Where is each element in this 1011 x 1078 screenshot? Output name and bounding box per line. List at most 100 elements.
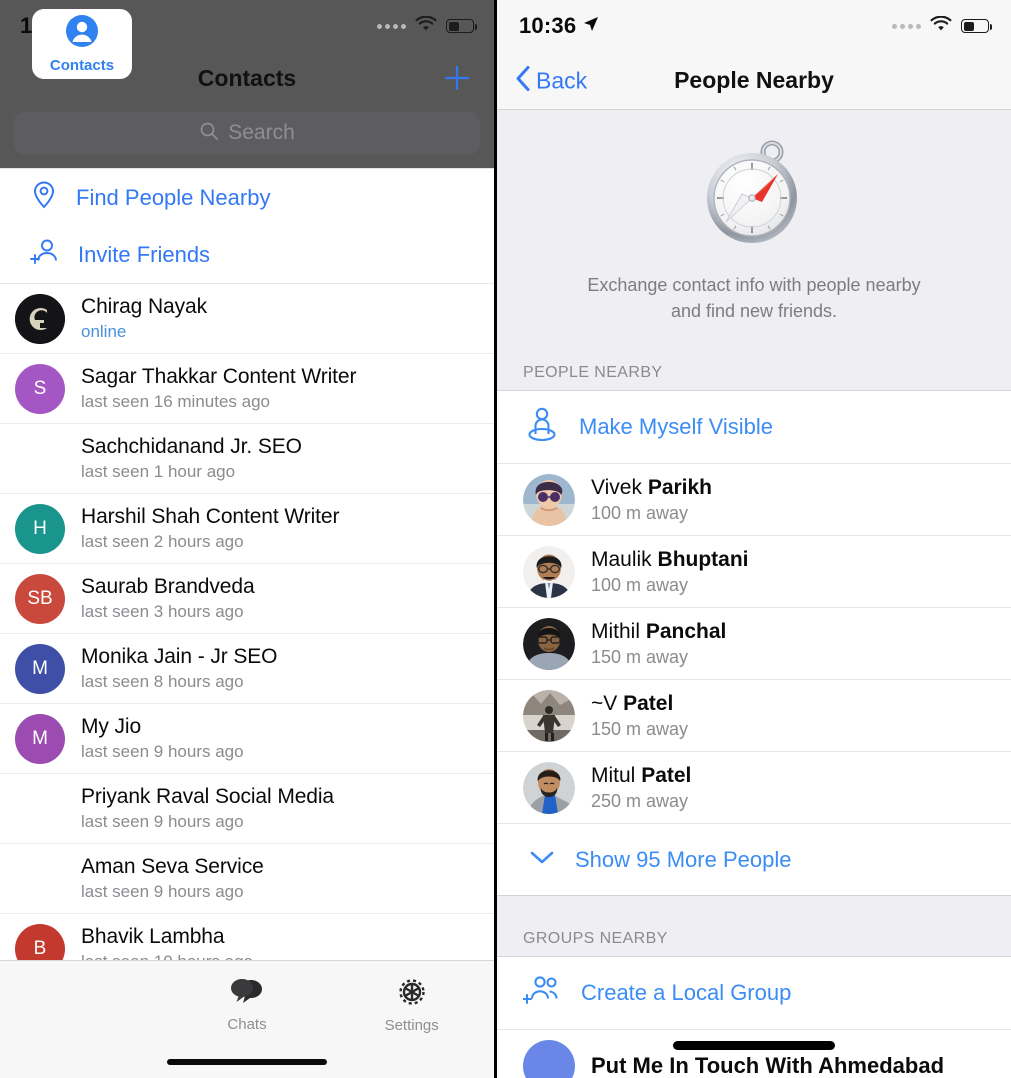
people-nearby-section-header: PEOPLE NEARBY bbox=[497, 334, 1011, 391]
contact-name: Sagar Thakkar Content Writer bbox=[81, 365, 357, 388]
person-add-icon bbox=[30, 238, 60, 271]
contact-name: Priyank Raval Social Media bbox=[81, 785, 335, 808]
people-nearby-card: Make Myself Visible Vivek Parikh 100 m aw… bbox=[497, 390, 1011, 897]
avatar bbox=[523, 689, 575, 742]
right-phone-screen: 10:36 Back People Nearby Exchange contac… bbox=[497, 0, 1011, 1078]
home-indicator bbox=[167, 1059, 327, 1065]
battery-icon bbox=[446, 19, 477, 33]
contact-status: last seen 9 hours ago bbox=[81, 882, 244, 901]
tab-contacts[interactable] bbox=[0, 961, 165, 1049]
contact-row[interactable]: S Sagar Thakkar Content Writer last seen 1… bbox=[0, 354, 494, 424]
chevron-down-icon bbox=[527, 847, 557, 872]
contact-row[interactable]: H Harshil Shah Content Writer last seen 2 … bbox=[0, 494, 494, 564]
battery-icon bbox=[961, 19, 992, 33]
contact-name: Harshil Shah Content Writer bbox=[81, 505, 340, 528]
contact-row[interactable]: Priyank Raval Social Media last seen 9 ho… bbox=[0, 774, 494, 844]
hero-description-line1: Exchange contact info with people nearby bbox=[587, 275, 921, 295]
right-status-bar: 10:36 bbox=[497, 0, 1011, 52]
back-label: Back bbox=[536, 67, 588, 93]
contact-name: Bhavik Lambha bbox=[81, 925, 225, 948]
contact-list: Chirag Nayak online S Sagar Thakkar Content… bbox=[0, 284, 494, 984]
avatar bbox=[15, 854, 65, 904]
tab-contacts-active[interactable]: Contacts bbox=[32, 9, 132, 79]
location-arrow-icon bbox=[583, 16, 599, 37]
tab-chats[interactable]: Chats bbox=[165, 961, 330, 1049]
contact-row[interactable]: M Monika Jain - Jr SEO last seen 8 hours a… bbox=[0, 634, 494, 704]
search-placeholder: Search bbox=[228, 121, 295, 144]
status-time: 10:36 bbox=[519, 13, 577, 38]
wifi-icon bbox=[930, 15, 952, 37]
section-gap bbox=[497, 896, 1011, 927]
person-nearby-row[interactable]: Mitul Patel 250 m away bbox=[497, 751, 1011, 824]
left-phone-screen: 10:35 Co bbox=[0, 0, 497, 1078]
contact-row[interactable]: Aman Seva Service last seen 9 hours ago bbox=[0, 844, 494, 914]
hero-description: Exchange contact info with people nearby… bbox=[497, 272, 1011, 324]
show-more-people-row[interactable]: Show 95 More People bbox=[497, 823, 1011, 896]
person-circle-icon bbox=[65, 14, 99, 53]
groups-nearby-card: Create a Local Group Put Me In Touch Wit… bbox=[497, 956, 1011, 1078]
invite-friends-row[interactable]: Invite Friends bbox=[0, 226, 494, 284]
search-input[interactable]: Search bbox=[14, 112, 480, 154]
person-distance: 100 m away bbox=[591, 502, 689, 523]
avatar: S bbox=[15, 363, 65, 414]
person-nearby-row[interactable]: Maulik Bhuptani 100 m away bbox=[497, 535, 1011, 608]
person-name: ~V Patel bbox=[591, 691, 674, 715]
avatar: SB bbox=[15, 573, 65, 624]
contact-name: My Jio bbox=[81, 715, 142, 738]
search-icon bbox=[199, 121, 219, 146]
avatar bbox=[523, 1039, 575, 1078]
page-title: Contacts bbox=[197, 64, 297, 91]
contact-row[interactable]: Sachchidanand Jr. SEO last seen 1 hour ag… bbox=[0, 424, 494, 494]
back-button[interactable]: Back bbox=[515, 64, 587, 97]
contact-status: last seen 3 hours ago bbox=[81, 602, 244, 621]
right-nav-bar: Back People Nearby bbox=[497, 52, 1011, 110]
group-nearby-row[interactable]: Put Me In Touch With Ahmedabad bbox=[497, 1029, 1011, 1078]
contact-status: last seen 16 minutes ago bbox=[81, 392, 271, 411]
person-nearby-row[interactable]: Mithil Panchal 150 m away bbox=[497, 607, 1011, 680]
avatar: H bbox=[15, 503, 65, 554]
groups-nearby-list: Put Me In Touch With Ahmedabad bbox=[497, 1029, 1011, 1078]
tab-settings[interactable]: Settings bbox=[329, 961, 494, 1049]
person-name: Mithil Panchal bbox=[591, 619, 727, 643]
person-distance: 150 m away bbox=[591, 646, 689, 667]
person-name: Mitul Patel bbox=[591, 763, 692, 787]
contact-name: Aman Seva Service bbox=[81, 855, 264, 878]
person-distance: 250 m away bbox=[591, 790, 689, 811]
cellular-dots-icon bbox=[377, 23, 406, 29]
make-myself-visible-row[interactable]: Make Myself Visible bbox=[497, 391, 1011, 464]
contact-row[interactable]: Chirag Nayak online bbox=[0, 284, 494, 354]
chat-bubbles-icon bbox=[230, 977, 264, 1012]
tab-chats-label: Chats bbox=[227, 1016, 267, 1033]
contact-status: online bbox=[81, 322, 127, 341]
find-people-nearby-row[interactable]: Find People Nearby bbox=[0, 168, 494, 226]
contact-status: last seen 2 hours ago bbox=[81, 532, 244, 551]
person-nearby-row[interactable]: Vivek Parikh 100 m away bbox=[497, 463, 1011, 536]
avatar bbox=[15, 293, 65, 344]
avatar bbox=[523, 545, 575, 598]
left-tab-bar: Chats Settings bbox=[0, 960, 494, 1078]
person-name: Vivek Parikh bbox=[591, 475, 713, 499]
tab-settings-label: Settings bbox=[384, 1017, 439, 1034]
wifi-icon bbox=[415, 15, 437, 37]
people-add-icon bbox=[521, 974, 563, 1013]
left-search-area: Search bbox=[0, 104, 494, 168]
contact-row[interactable]: SB Saurab Brandveda last seen 3 hours ago bbox=[0, 564, 494, 634]
gear-icon bbox=[396, 976, 428, 1013]
create-local-group-row[interactable]: Create a Local Group bbox=[497, 957, 1011, 1030]
find-people-nearby-label: Find People Nearby bbox=[76, 184, 271, 210]
contact-status: last seen 1 hour ago bbox=[81, 462, 236, 481]
cellular-dots-icon bbox=[892, 23, 921, 29]
person-nearby-row[interactable]: ~V Patel 150 m away bbox=[497, 679, 1011, 752]
contact-name: Chirag Nayak bbox=[81, 295, 208, 318]
plus-icon[interactable] bbox=[442, 63, 472, 93]
contact-row[interactable]: M My Jio last seen 9 hours ago bbox=[0, 704, 494, 774]
avatar bbox=[523, 473, 575, 526]
group-name: Put Me In Touch With Ahmedabad bbox=[591, 1052, 945, 1078]
show-more-people-label: Show 95 More People bbox=[575, 846, 792, 872]
hero-description-line2: and find new friends. bbox=[670, 301, 838, 322]
dual-phone-screenshot: 10:35 Co bbox=[0, 0, 1011, 1078]
avatar bbox=[15, 434, 65, 484]
contact-status: last seen 9 hours ago bbox=[81, 812, 244, 831]
make-myself-visible-label: Make Myself Visible bbox=[579, 414, 773, 440]
groups-nearby-section-header: GROUPS NEARBY bbox=[497, 926, 1011, 957]
